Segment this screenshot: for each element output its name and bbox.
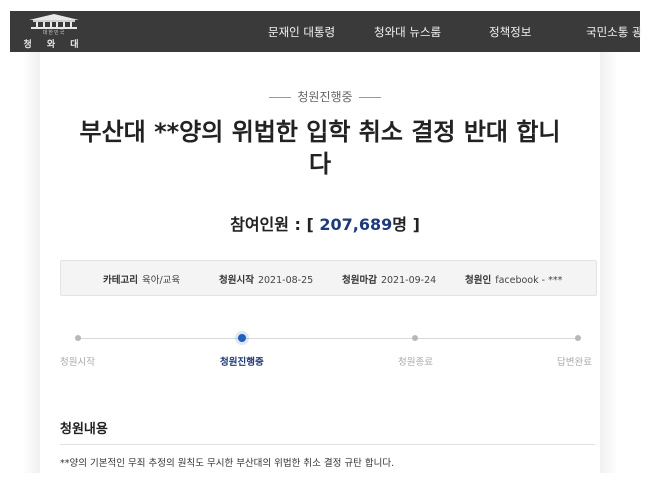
start-label: 청원시작 xyxy=(219,275,254,286)
author-label: 청원인 xyxy=(465,275,492,286)
status-label: 청원진행중 xyxy=(297,90,353,104)
info-author: 청원인 facebook - *** xyxy=(465,272,562,286)
nav-communication[interactable]: 국민소통 광 xyxy=(586,24,643,40)
petition-info-box: 카테고리 육아/교육 청원시작 2021-08-25 청원마감 2021-09-24 … xyxy=(60,260,597,296)
step-label-answer: 답변완료 xyxy=(557,357,592,368)
step-dot-answer xyxy=(575,335,581,341)
step-dot-start xyxy=(75,335,81,341)
nav-president[interactable]: 문재인 대통령 xyxy=(268,24,335,40)
progress-line xyxy=(78,338,578,339)
step-dot-end xyxy=(412,335,418,341)
page-shadow-left xyxy=(22,52,40,473)
step-label-start: 청원시작 xyxy=(60,357,95,368)
step-label-end: 청원종료 xyxy=(398,357,433,368)
info-start: 청원시작 2021-08-25 xyxy=(219,272,313,286)
count-label: 참여인원 : [ xyxy=(230,215,320,234)
category-value: 육아/교육 xyxy=(141,275,181,286)
count-value: 207,689 xyxy=(319,215,393,234)
count-suffix: 명 ] xyxy=(392,215,420,234)
info-category: 카테고리 육아/교육 xyxy=(103,272,180,286)
petition-status: 청원진행중 xyxy=(0,88,650,105)
end-value: 2021-09-24 xyxy=(380,275,437,286)
page-shadow-right xyxy=(600,52,618,473)
main-nav: 문재인 대통령 청와대 뉴스룸 정책정보 국민소통 광 xyxy=(10,11,643,52)
step-dot-ongoing xyxy=(238,334,246,342)
end-label: 청원마감 xyxy=(342,275,377,286)
content-divider xyxy=(60,444,595,445)
petition-content: **양의 기본적인 무죄 추정의 원칙도 무시한 부산대의 위법한 취소 결정 … xyxy=(60,458,395,469)
participant-count: 참여인원 : [ 207,689명 ] xyxy=(0,211,650,235)
petition-title: 부산대 **양의 위법한 입학 취소 결정 반대 합니다 xyxy=(79,118,561,178)
progress-steps: 청원시작 청원진행중 청원종료 답변완료 xyxy=(0,330,650,370)
nav-newsroom[interactable]: 청와대 뉴스룸 xyxy=(374,24,441,40)
content-heading: 청원내용 xyxy=(60,422,108,437)
status-dash-right xyxy=(358,97,381,98)
status-dash-left xyxy=(269,97,292,98)
start-value: 2021-08-25 xyxy=(257,275,314,286)
step-label-ongoing: 청원진행중 xyxy=(220,357,264,368)
author-value: facebook - *** xyxy=(495,275,563,286)
info-end: 청원마감 2021-09-24 xyxy=(342,272,436,286)
nav-policy[interactable]: 정책정보 xyxy=(489,24,531,40)
site-header: 대한민국 청 와 대 문재인 대통령 청와대 뉴스룸 정책정보 국민소통 광 xyxy=(10,11,643,52)
category-label: 카테고리 xyxy=(103,275,138,286)
